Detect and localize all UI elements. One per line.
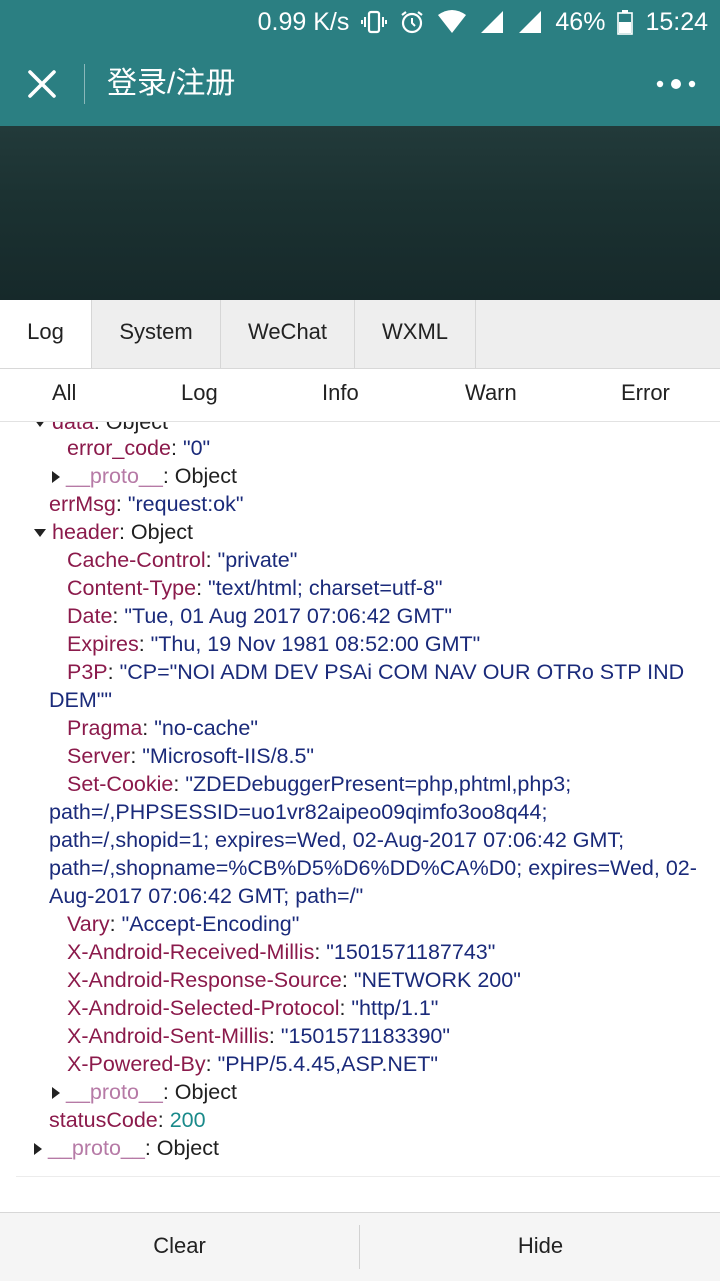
tree-node-proto[interactable]: __proto__: Object bbox=[52, 462, 237, 490]
tree-node-proto[interactable]: __proto__: Object bbox=[34, 1134, 219, 1162]
log-line: Vary: "Accept-Encoding" bbox=[67, 912, 300, 936]
log-line: X-Android-Sent-Millis: "1501571183390" bbox=[67, 1024, 450, 1048]
log-line: X-Android-Response-Source: "NETWORK 200" bbox=[67, 968, 521, 992]
status-bar: 0.99 K/s 46% 15:24 bbox=[0, 0, 720, 44]
level-warn[interactable]: Warn bbox=[465, 369, 517, 421]
log-line: error_code: "0" bbox=[67, 436, 211, 460]
network-speed: 0.99 K/s bbox=[257, 7, 350, 36]
level-log[interactable]: Log bbox=[181, 369, 218, 421]
log-level-filter: All Log Info Warn Error bbox=[0, 369, 720, 422]
more-icon[interactable] bbox=[652, 66, 700, 102]
clock: 15:24 bbox=[645, 7, 708, 36]
signal-icon bbox=[519, 11, 542, 33]
log-line: P3P: "CP="NOI ADM DEV PSAi COM NAV OUR O… bbox=[67, 660, 685, 684]
log-line-continuation: DEM"" bbox=[49, 688, 113, 712]
page-banner bbox=[0, 126, 720, 300]
log-line: errMsg: "request:ok" bbox=[49, 492, 244, 516]
hide-button[interactable]: Hide bbox=[361, 1213, 720, 1281]
tree-node-proto[interactable]: __proto__: Object bbox=[52, 1078, 237, 1106]
tab-log[interactable]: Log bbox=[0, 300, 92, 368]
vibrate-icon bbox=[361, 10, 388, 34]
wifi-icon bbox=[438, 10, 467, 33]
log-line-continuation: path=/,PHPSESSID=uo1vr82aipeo09qimfo3oo8… bbox=[49, 800, 548, 824]
tree-node-header[interactable]: header: Object bbox=[34, 518, 193, 546]
log-line-continuation: path=/,shopid=1; expires=Wed, 02-Aug-201… bbox=[49, 828, 625, 852]
log-line: Content-Type: "text/html; charset=utf-8" bbox=[67, 576, 443, 600]
tab-wechat[interactable]: WeChat bbox=[221, 300, 355, 368]
log-line: Server: "Microsoft-IIS/8.5" bbox=[67, 744, 315, 768]
signal-icon bbox=[481, 11, 504, 33]
level-info[interactable]: Info bbox=[322, 369, 359, 421]
page-title: 登录/注册 bbox=[107, 67, 236, 100]
battery-icon bbox=[617, 10, 634, 35]
battery-percent: 46% bbox=[555, 7, 606, 36]
nav-bar: 登录/注册 bbox=[0, 44, 720, 126]
tab-system[interactable]: System bbox=[92, 300, 221, 368]
log-line: Set-Cookie: "ZDEDebuggerPresent=php,phtm… bbox=[67, 772, 572, 796]
nav-divider bbox=[84, 64, 85, 104]
debug-tabs: Log System WeChat WXML bbox=[0, 300, 720, 369]
log-line: X-Android-Selected-Protocol: "http/1.1" bbox=[67, 996, 439, 1020]
tab-wxml[interactable]: WXML bbox=[355, 300, 476, 368]
log-separator bbox=[16, 1176, 720, 1177]
expand-arrow-icon[interactable] bbox=[52, 471, 60, 484]
log-line-continuation: Aug-2017 07:06:42 GMT; path=/" bbox=[49, 884, 364, 908]
status-bar-right: 0.99 K/s 46% 15:24 bbox=[258, 6, 708, 38]
log-line: Date: "Tue, 01 Aug 2017 07:06:42 GMT" bbox=[67, 604, 452, 628]
expand-arrow-icon[interactable] bbox=[34, 422, 46, 428]
expand-arrow-icon[interactable] bbox=[34, 529, 46, 538]
clear-button[interactable]: Clear bbox=[0, 1213, 359, 1281]
console-output: data: Object error_code: "0" __proto__: … bbox=[0, 422, 720, 1210]
log-line: X-Android-Received-Millis: "150157118774… bbox=[67, 940, 496, 964]
level-all[interactable]: All bbox=[52, 369, 76, 421]
log-line: Pragma: "no-cache" bbox=[67, 716, 258, 740]
bottom-divider bbox=[359, 1225, 360, 1269]
log-line: Expires: "Thu, 19 Nov 1981 08:52:00 GMT" bbox=[67, 632, 481, 656]
alarm-icon bbox=[401, 11, 424, 34]
log-line: X-Powered-By: "PHP/5.4.45,ASP.NET" bbox=[67, 1052, 438, 1076]
expand-arrow-icon[interactable] bbox=[52, 1087, 60, 1100]
log-line: Cache-Control: "private" bbox=[67, 548, 298, 572]
expand-arrow-icon[interactable] bbox=[34, 1143, 42, 1156]
log-line-continuation: path=/,shopname=%CB%D5%D6%DD%CA%D0; expi… bbox=[49, 856, 697, 880]
bottom-action-bar: Clear Hide bbox=[0, 1212, 720, 1281]
close-icon[interactable] bbox=[20, 62, 64, 106]
log-line: statusCode: 200 bbox=[49, 1108, 206, 1132]
level-error[interactable]: Error bbox=[621, 369, 670, 421]
